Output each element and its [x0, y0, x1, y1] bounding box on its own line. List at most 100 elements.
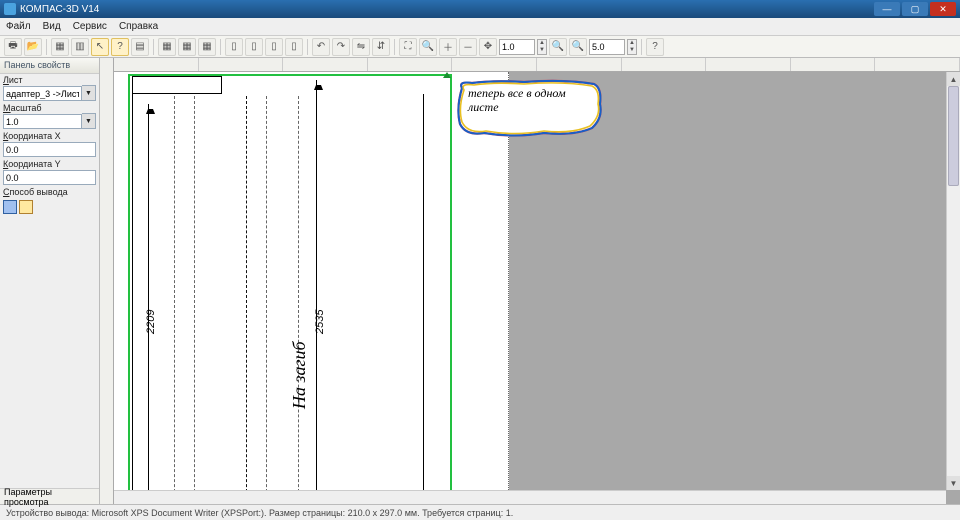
- scroll-thumb[interactable]: [948, 86, 959, 186]
- output-mode: [0, 198, 99, 216]
- menubar: Файл Вид Сервис Справка: [0, 18, 960, 36]
- prop-coordx: Координата X: [0, 130, 99, 158]
- separator: [220, 39, 221, 55]
- dimension-value-right: 2535: [314, 310, 326, 334]
- chevron-down-icon[interactable]: ▼: [82, 85, 96, 101]
- canvas-column: 2209 2535 На загиб теперь все в: [114, 58, 960, 504]
- viewport[interactable]: 2209 2535 На загиб теперь все в: [114, 72, 960, 504]
- separator: [641, 39, 642, 55]
- zoom-a-icon[interactable]: 🔍: [549, 38, 567, 56]
- print-page: 2209 2535 На загиб теперь все в: [114, 72, 509, 504]
- toggle-cursor-icon[interactable]: ↖: [91, 38, 109, 56]
- toggle-3-icon[interactable]: ▤: [131, 38, 149, 56]
- coordx-label: Координата X: [3, 131, 96, 141]
- zoom-out-icon[interactable]: －: [459, 38, 477, 56]
- sheet-label: Лист: [3, 75, 96, 85]
- separator: [153, 39, 154, 55]
- scale-spinner[interactable]: ▲▼: [537, 39, 547, 55]
- scale-input[interactable]: [499, 39, 535, 55]
- rotate-r-icon[interactable]: ↷: [332, 38, 350, 56]
- coordy-field[interactable]: [3, 170, 96, 185]
- note-text: теперь все в одном листе: [468, 86, 566, 114]
- flip-h-icon[interactable]: ⇋: [352, 38, 370, 56]
- scale-step-spinner[interactable]: ▲▼: [627, 39, 637, 55]
- scroll-down-icon[interactable]: ▼: [947, 476, 960, 490]
- toggle-1-icon[interactable]: ▦: [51, 38, 69, 56]
- sheet-select[interactable]: [3, 86, 82, 101]
- prop-sheet: Лист ▼: [0, 74, 99, 102]
- window-title: КОМПАС-3D V14: [20, 4, 874, 15]
- dash-line: [174, 96, 175, 502]
- dimension-line-right: [316, 80, 317, 500]
- window-buttons: — ▢ ✕: [874, 2, 956, 16]
- output-mode-2[interactable]: [19, 200, 33, 214]
- grid-b-icon[interactable]: ▦: [178, 38, 196, 56]
- menu-service[interactable]: Сервис: [73, 21, 107, 32]
- flip-v-icon[interactable]: ⇵: [372, 38, 390, 56]
- centerline: [246, 96, 247, 502]
- menu-file[interactable]: Файл: [6, 21, 31, 32]
- scrollbar-vertical[interactable]: ▲ ▼: [946, 72, 960, 490]
- dash-line: [266, 96, 267, 502]
- scale-field[interactable]: [3, 114, 82, 129]
- body-rect: [132, 94, 424, 502]
- coordy-label: Координата Y: [3, 159, 96, 169]
- fold-label: На загиб: [289, 341, 310, 409]
- print-icon[interactable]: 🖶: [4, 38, 22, 56]
- layout-2-icon[interactable]: ▯: [245, 38, 263, 56]
- note-line1: теперь все в одном: [468, 86, 566, 100]
- help-icon[interactable]: ?: [646, 38, 664, 56]
- scroll-up-icon[interactable]: ▲: [947, 72, 960, 86]
- minimize-button[interactable]: —: [874, 2, 900, 16]
- titleblock-rect: [132, 76, 222, 94]
- status-text: Устройство вывода: Microsoft XPS Documen…: [6, 508, 513, 518]
- scrollbar-horizontal[interactable]: [114, 490, 946, 504]
- annotation-note: теперь все в одном листе: [454, 78, 604, 140]
- output-label: Способ вывода: [3, 187, 96, 197]
- dimension-line-left: [148, 104, 149, 500]
- bottom-tab[interactable]: Параметры просмотра: [0, 488, 99, 504]
- ruler-horizontal: [114, 58, 960, 72]
- zoom-pan-icon[interactable]: ✥: [479, 38, 497, 56]
- panel-title: Панель свойств: [0, 58, 99, 74]
- dash-line: [298, 96, 299, 502]
- ruler-vertical: [100, 58, 114, 504]
- zoom-fit-icon[interactable]: ⛶: [399, 38, 417, 56]
- content: Панель свойств Лист ▼ Масштаб ▼ Координа…: [0, 58, 960, 504]
- rotate-l-icon[interactable]: ↶: [312, 38, 330, 56]
- open-icon[interactable]: 📂: [24, 38, 42, 56]
- layout-3-icon[interactable]: ▯: [265, 38, 283, 56]
- statusbar: Устройство вывода: Microsoft XPS Documen…: [0, 504, 960, 520]
- zoom-b-icon[interactable]: 🔍: [569, 38, 587, 56]
- menu-help[interactable]: Справка: [119, 21, 158, 32]
- coordx-field[interactable]: [3, 142, 96, 157]
- zoom-in-icon[interactable]: ＋: [439, 38, 457, 56]
- grid-c-icon[interactable]: ▦: [198, 38, 216, 56]
- menu-view[interactable]: Вид: [43, 21, 61, 32]
- maximize-button[interactable]: ▢: [902, 2, 928, 16]
- layout-1-icon[interactable]: ▯: [225, 38, 243, 56]
- titlebar: КОМПАС-3D V14 — ▢ ✕: [0, 0, 960, 18]
- zoom-sel-icon[interactable]: 🔍: [419, 38, 437, 56]
- toggle-info-icon[interactable]: ?: [111, 38, 129, 56]
- app-icon: [4, 3, 16, 15]
- close-button[interactable]: ✕: [930, 2, 956, 16]
- spacer: [0, 216, 99, 488]
- prop-coordy: Координата Y: [0, 158, 99, 186]
- canvas-area: 2209 2535 На загиб теперь все в: [100, 58, 960, 504]
- chevron-down-icon[interactable]: ▼: [82, 113, 96, 129]
- grid-a-icon[interactable]: ▦: [158, 38, 176, 56]
- toolbar: 🖶 📂 ▦ ▥ ↖ ? ▤ ▦ ▦ ▦ ▯ ▯ ▯ ▯ ↶ ↷ ⇋ ⇵ ⛶ 🔍 …: [0, 36, 960, 58]
- separator: [394, 39, 395, 55]
- note-line2: листе: [468, 100, 499, 114]
- dimension-value-left: 2209: [145, 310, 157, 334]
- prop-scale: Масштаб ▼: [0, 102, 99, 130]
- scale-step-input[interactable]: [589, 39, 625, 55]
- prop-output: Способ вывода: [0, 186, 99, 198]
- scale-label: Масштаб: [3, 103, 96, 113]
- layout-4-icon[interactable]: ▯: [285, 38, 303, 56]
- cad-drawing: 2209 2535 На загиб: [126, 74, 446, 502]
- properties-panel: Панель свойств Лист ▼ Масштаб ▼ Координа…: [0, 58, 100, 504]
- output-mode-1[interactable]: [3, 200, 17, 214]
- toggle-2-icon[interactable]: ▥: [71, 38, 89, 56]
